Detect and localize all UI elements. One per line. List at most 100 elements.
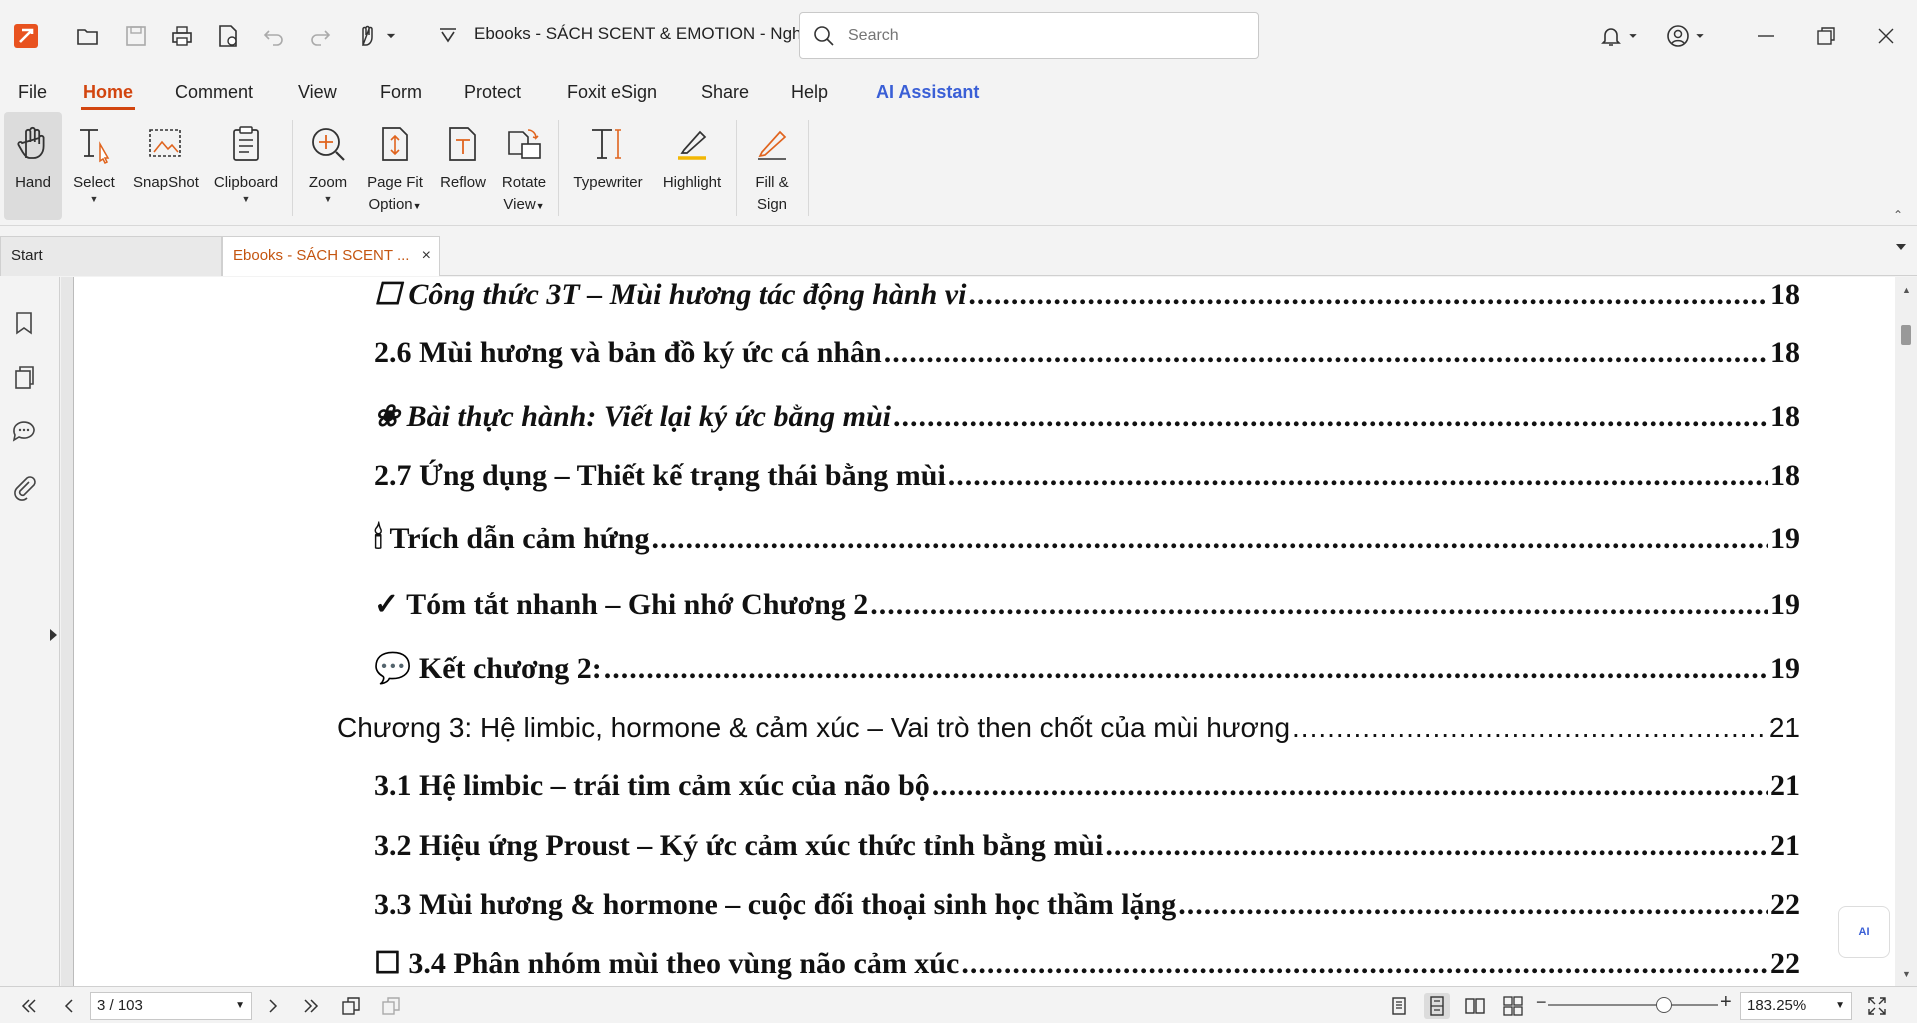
redo-icon[interactable] bbox=[304, 20, 336, 52]
menu-comment[interactable]: Comment bbox=[175, 82, 253, 103]
typewriter-icon bbox=[592, 129, 621, 159]
zoom-level-select[interactable]: 183.25% ▼ bbox=[1740, 992, 1852, 1020]
chevron-down-icon: ▼ bbox=[89, 194, 99, 204]
continuous-page-view-icon[interactable] bbox=[1424, 993, 1450, 1019]
scroll-up-icon[interactable]: ▲ bbox=[1902, 285, 1911, 295]
typewriter-button[interactable]: Typewriter bbox=[568, 112, 648, 220]
close-window-button[interactable] bbox=[1864, 14, 1908, 58]
scroll-down-icon[interactable]: ▼ bbox=[1902, 969, 1911, 979]
toc-entry[interactable]: 3.2 Hiệu ứng Proust – Ký ức cảm xúc thức… bbox=[374, 829, 1800, 863]
vertical-scrollbar[interactable]: ▲ ▼ bbox=[1895, 277, 1917, 986]
title-bar: Ebooks - SÁCH SCENT & EMOTION - Nghệ ... bbox=[0, 0, 1917, 72]
menu-file[interactable]: File bbox=[18, 82, 47, 103]
facing-page-view-icon[interactable] bbox=[1462, 993, 1488, 1019]
menu-form[interactable]: Form bbox=[380, 82, 422, 103]
toc-entry[interactable]: 2.6 Mùi hương và bản đồ ký ức cá nhân18 bbox=[374, 336, 1800, 370]
chevron-down-icon[interactable]: ▼ bbox=[235, 993, 245, 1019]
collapse-ribbon-icon[interactable]: ⌃ bbox=[1893, 208, 1903, 222]
document-tab-bar: Start Ebooks - SÁCH SCENT ... × bbox=[0, 226, 1917, 276]
create-pdf-icon[interactable] bbox=[212, 20, 244, 52]
open-folder-icon[interactable] bbox=[72, 20, 104, 52]
toc-entry[interactable]: 💬 Kết chương 2:19 bbox=[374, 651, 1800, 686]
chevron-down-icon[interactable]: ▼ bbox=[1835, 993, 1845, 1019]
ribbon-separator bbox=[558, 120, 559, 216]
menu-share[interactable]: Share bbox=[701, 82, 749, 103]
menu-home[interactable]: Home bbox=[80, 82, 136, 110]
last-page-icon[interactable] bbox=[298, 993, 324, 1019]
search-box[interactable] bbox=[799, 12, 1259, 59]
fullscreen-icon[interactable] bbox=[1864, 993, 1890, 1019]
bookmark-icon[interactable] bbox=[10, 309, 38, 337]
search-icon bbox=[814, 26, 834, 46]
hand-button[interactable]: Hand bbox=[4, 112, 62, 220]
select-button[interactable]: Select ▼ bbox=[68, 112, 120, 220]
reflow-button[interactable]: Reflow bbox=[434, 112, 492, 220]
menu-protect[interactable]: Protect bbox=[464, 82, 521, 103]
menu-foxit-esign[interactable]: Foxit eSign bbox=[567, 82, 657, 103]
print-icon[interactable] bbox=[166, 20, 198, 52]
document-title: Ebooks - SÁCH SCENT & EMOTION - Nghệ ... bbox=[474, 24, 830, 43]
close-tab-icon[interactable]: × bbox=[422, 237, 431, 275]
document-view[interactable]: ☐ Công thức 3T – Mùi hương tác động hành… bbox=[61, 277, 1895, 986]
first-page-icon[interactable] bbox=[16, 993, 42, 1019]
pages-icon[interactable] bbox=[10, 363, 38, 391]
toc-entry[interactable]: 🕯 Trích dẫn cảm hứng19 bbox=[374, 522, 1800, 556]
chevron-down-icon[interactable] bbox=[1692, 20, 1708, 52]
previous-view-icon[interactable] bbox=[338, 993, 364, 1019]
restore-button[interactable] bbox=[1804, 14, 1848, 58]
chevron-down-icon[interactable] bbox=[382, 20, 400, 52]
page-number-input[interactable]: 3 / 103 ▼ bbox=[90, 992, 252, 1020]
save-icon[interactable] bbox=[120, 20, 152, 52]
hand-tool-icon[interactable] bbox=[352, 20, 384, 52]
toc-chapter-entry[interactable]: Chương 3: Hệ limbic, hormone & cảm xúc –… bbox=[337, 712, 1800, 744]
previous-page-icon[interactable] bbox=[56, 993, 82, 1019]
tab-start[interactable]: Start bbox=[0, 236, 222, 276]
ai-badge: AI bbox=[1858, 926, 1870, 938]
rotate-view-button[interactable]: Rotate View▼ bbox=[496, 112, 552, 220]
toc-entry[interactable]: ✓ Tóm tắt nhanh – Ghi nhớ Chương 219 bbox=[374, 587, 1800, 622]
zoom-in-icon[interactable]: + bbox=[1720, 991, 1732, 1014]
customize-toolbar-icon[interactable] bbox=[432, 20, 464, 52]
ai-assistant-float-button[interactable]: AI bbox=[1838, 906, 1890, 958]
toc-entry[interactable]: 2.7 Ứng dụng – Thiết kế trạng thái bằng … bbox=[374, 459, 1800, 493]
toc-entry[interactable]: 3.3 Mùi hương & hormone – cuộc đối thoại… bbox=[374, 888, 1800, 922]
menu-ai-assistant[interactable]: AI Assistant bbox=[876, 82, 979, 103]
scrollbar-thumb[interactable] bbox=[1901, 325, 1911, 345]
navigation-panel bbox=[0, 277, 60, 986]
minimize-button[interactable] bbox=[1744, 14, 1788, 58]
foxit-logo-icon[interactable] bbox=[10, 20, 42, 52]
undo-icon[interactable] bbox=[258, 20, 290, 52]
continuous-facing-view-icon[interactable] bbox=[1500, 993, 1526, 1019]
zoom-slider-handle[interactable] bbox=[1656, 997, 1672, 1013]
menu-view[interactable]: View bbox=[298, 82, 337, 103]
next-page-icon[interactable] bbox=[260, 993, 286, 1019]
toc-entry[interactable]: ❀ Bài thực hành: Viết lại ký ức bằng mùi… bbox=[374, 399, 1800, 434]
page-fit-option-button[interactable]: Page Fit Option▼ bbox=[360, 112, 430, 220]
search-input[interactable] bbox=[848, 23, 1248, 49]
tab-document[interactable]: Ebooks - SÁCH SCENT ... × bbox=[222, 236, 440, 276]
zoom-out-icon[interactable]: − bbox=[1536, 992, 1547, 1013]
single-page-view-icon[interactable] bbox=[1386, 993, 1412, 1019]
page-fit-icon bbox=[382, 127, 408, 161]
toc-entry[interactable]: ☐ 3.4 Phân nhóm mùi theo vùng não cảm xú… bbox=[374, 946, 1800, 981]
chevron-down-icon[interactable] bbox=[1625, 20, 1641, 52]
chevron-down-icon: ▼ bbox=[412, 201, 422, 211]
next-view-icon[interactable] bbox=[378, 993, 404, 1019]
comments-icon[interactable] bbox=[10, 417, 38, 445]
tab-list-chevron-icon[interactable] bbox=[1896, 244, 1906, 250]
zoom-slider[interactable] bbox=[1548, 997, 1718, 1013]
clipboard-button[interactable]: Clipboard ▼ bbox=[208, 112, 284, 220]
fill-sign-button[interactable]: Fill & Sign bbox=[744, 112, 800, 220]
toc-entry[interactable]: 3.1 Hệ limbic – trái tim cảm xúc của não… bbox=[374, 769, 1800, 803]
attachment-paperclip-icon[interactable] bbox=[10, 473, 38, 501]
hand-icon bbox=[17, 126, 45, 159]
snapshot-button[interactable]: SnapShot bbox=[128, 112, 204, 220]
highlight-button[interactable]: Highlight bbox=[654, 112, 730, 220]
menu-help[interactable]: Help bbox=[791, 82, 828, 103]
zoom-button[interactable]: Zoom ▼ bbox=[302, 112, 354, 220]
notification-bell-icon[interactable] bbox=[1595, 20, 1627, 52]
account-icon[interactable] bbox=[1662, 20, 1694, 52]
chevron-down-icon: ▼ bbox=[241, 194, 251, 204]
expand-panel-chevron-icon[interactable] bbox=[50, 629, 57, 641]
toc-entry[interactable]: ☐ Công thức 3T – Mùi hương tác động hành… bbox=[374, 277, 1800, 312]
